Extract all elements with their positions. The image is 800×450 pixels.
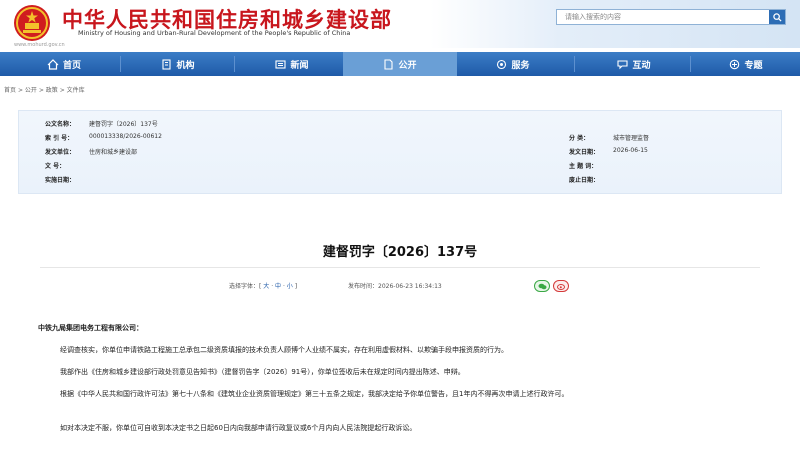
paragraph: 我部作出《住房和城乡建设部行政处罚意见告知书》（建督罚告字〔2026〕91号），… [60, 368, 465, 376]
weibo-icon [556, 283, 565, 290]
building-icon [162, 58, 172, 70]
breadcrumb-public[interactable]: 公开 [25, 87, 37, 94]
nav-divider [234, 56, 235, 72]
category-label: 分 类： [569, 135, 590, 142]
nav-label: 新闻 [290, 60, 309, 71]
breadcrumb: 首页 > 公开 > 政策 > 文件库 [4, 85, 85, 94]
nav-label: 首页 [62, 60, 81, 71]
nav-divider [574, 56, 575, 72]
site-header: 中华人民共和国住房和城乡建设部 Ministry of Housing and … [0, 0, 800, 48]
nav-divider [690, 56, 691, 72]
category-value: 城市管理监督 [613, 135, 650, 142]
share-wechat-button[interactable] [534, 280, 550, 292]
nav-label: 公开 [398, 60, 417, 71]
addressee: 中铁九局集团电务工程有限公司： [38, 324, 143, 332]
font-small-option[interactable]: 小 [287, 283, 293, 290]
nav-item-service[interactable]: 服务 [458, 52, 568, 76]
publish-time-value: 2026-06-23 16:34:13 [378, 283, 442, 290]
share-weibo-button[interactable] [553, 280, 569, 292]
issuer-label: 发文单位： [45, 149, 76, 156]
publish-time-label: 发布时间： [348, 283, 379, 290]
nav-item-public[interactable]: 公开 [343, 52, 457, 76]
doc-name-value: 建督罚字〔2026〕137号 [89, 121, 158, 128]
font-select-label: 选择字体： [229, 283, 260, 290]
breadcrumb-policy[interactable]: 政策 [46, 87, 58, 94]
index-label: 索 引 号： [45, 135, 74, 142]
breadcrumb-separator: > [38, 87, 44, 94]
paragraph: 根据《中华人民共和国行政许可法》第七十八条和《建筑业企业资质管理规定》第三十五条… [60, 390, 569, 398]
search-button[interactable] [769, 10, 785, 24]
issue-date-label: 发文日期： [569, 149, 600, 156]
nav-item-interaction[interactable]: 互动 [584, 52, 684, 76]
font-medium-option[interactable]: 中 [275, 283, 281, 290]
index-value: 000013338/2026-00612 [89, 133, 162, 140]
paragraph: 经调查核实，你单位申请铁路工程施工总承包二级资质填报的技术负责人顾博个人业绩不属… [60, 346, 508, 354]
paragraph: 如对本决定不服，你单位可自收到本决定书之日起60日内向我部申请行政复议或6个月内… [60, 424, 417, 432]
issuer-value: 住房和城乡建设部 [89, 149, 138, 156]
nav-item-organization[interactable]: 机构 [128, 52, 228, 76]
site-subtitle: Ministry of Housing and Urban-Rural Deve… [78, 29, 351, 37]
breadcrumb-separator: > [59, 87, 65, 94]
font-size-selector: 选择字体：[ 大 · 中 · 小 ] [229, 283, 298, 290]
chat-icon [617, 59, 629, 69]
nav-label: 专题 [744, 60, 763, 71]
nav-label: 机构 [176, 60, 195, 71]
nav-label: 服务 [511, 60, 530, 71]
search-input[interactable] [557, 10, 775, 24]
site-url: www.mohurd.gov.cn [14, 42, 65, 48]
document-meta-box: 公文名称： 建督罚字〔2026〕137号 索 引 号： 000013338/20… [18, 110, 782, 194]
breadcrumb-home[interactable]: 首页 [4, 87, 16, 94]
nav-label: 互动 [632, 60, 651, 71]
font-large-option[interactable]: 大 [263, 283, 269, 290]
national-emblem-icon[interactable] [12, 3, 52, 43]
doc-name-label: 公文名称： [45, 121, 76, 128]
nav-item-home[interactable]: 首页 [14, 52, 114, 76]
search-box [556, 9, 786, 25]
home-icon [47, 58, 59, 70]
publish-time: 发布时间：2026-06-23 16:34:13 [348, 281, 442, 290]
document-title: 建督罚字〔2026〕137号 [322, 245, 478, 260]
main-nav: 首页 机构 新闻 公开 服务 互动 专题 [0, 52, 800, 76]
nav-item-news[interactable]: 新闻 [242, 52, 342, 76]
effective-date-label: 实施日期： [45, 177, 76, 184]
service-icon [497, 59, 507, 69]
title-divider [40, 267, 760, 268]
issue-date-value: 2026-06-15 [613, 147, 648, 154]
abolish-date-label: 废止日期： [569, 177, 600, 184]
nav-divider [120, 56, 121, 72]
news-icon [275, 59, 287, 69]
breadcrumb-file-library[interactable]: 文件库 [67, 87, 85, 94]
breadcrumb-separator: > [17, 87, 23, 94]
nav-item-topics[interactable]: 专题 [698, 52, 794, 76]
document-icon [384, 58, 394, 70]
subject-label: 主 题 词： [569, 163, 598, 170]
doc-number-label: 文 号： [45, 163, 66, 170]
wechat-icon [538, 283, 546, 289]
topic-icon [730, 59, 740, 69]
search-icon [772, 12, 782, 22]
